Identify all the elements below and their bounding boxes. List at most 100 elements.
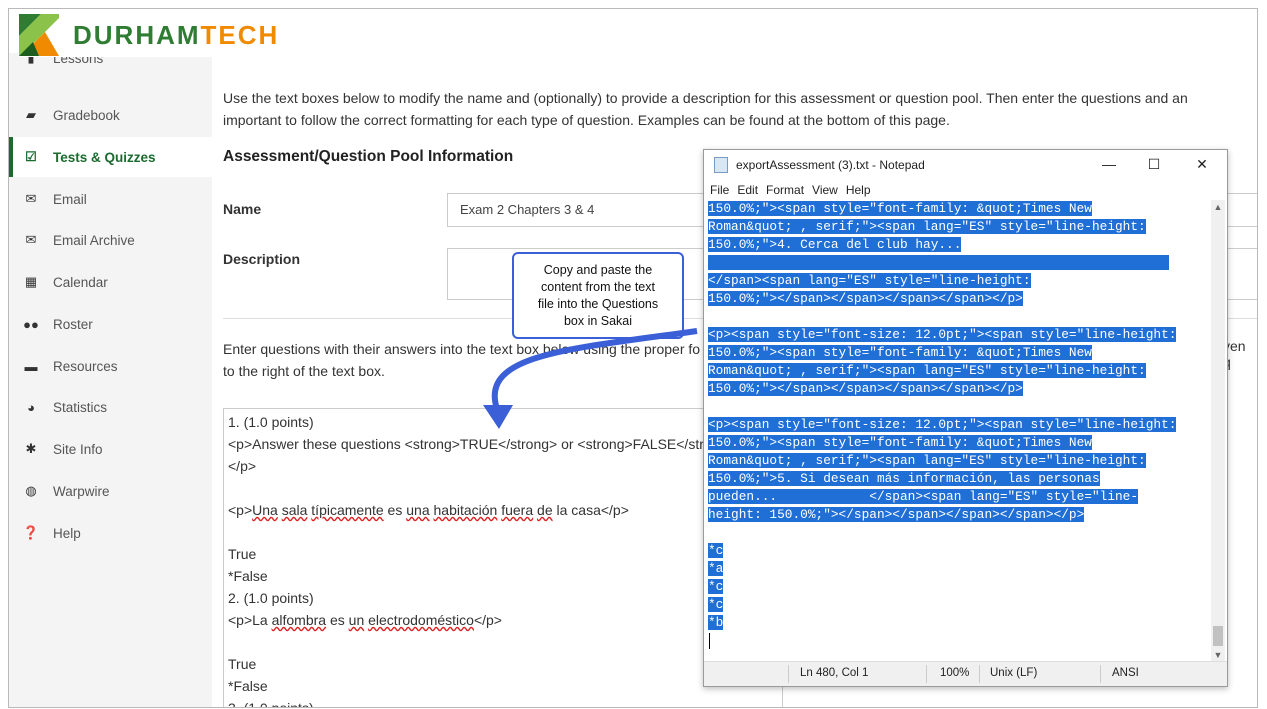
status-separator [1100, 665, 1101, 683]
intro-text: Use the text boxes below to modify the n… [223, 87, 1257, 131]
notepad-line [708, 254, 1169, 272]
selected-text: *b [708, 615, 724, 630]
sidebar-item-roster[interactable]: ●● Roster [9, 304, 212, 344]
logo-mark-icon [19, 14, 59, 56]
sidebar-item-statistics[interactable]: ◕ Statistics [9, 387, 212, 427]
sidebar-item-email[interactable]: ✉ Email [9, 179, 212, 219]
menu-help[interactable]: Help [846, 183, 871, 197]
sidebar-item-label: Email [53, 191, 87, 207]
misspelled-word: Una [252, 502, 278, 518]
misspelled-word: sala [281, 502, 308, 518]
help-icon: ❓ [22, 525, 40, 540]
notepad-line: 150.0%;">4. Cerca del club hay... [708, 236, 962, 254]
status-position: Ln 480, Col 1 [800, 667, 869, 679]
sidebar-item-calendar[interactable]: ▦ Calendar [9, 262, 212, 302]
menu-edit[interactable]: Edit [737, 183, 758, 197]
questions-textarea[interactable]: 1. (1.0 points) <p>Answer these question… [223, 408, 783, 708]
scroll-up-icon[interactable]: ▲ [1211, 202, 1225, 212]
selected-text: </span><span lang="ES" style="line-heigh… [708, 273, 1031, 288]
intro-line-2: important to follow the correct formatti… [223, 112, 950, 128]
browser-frame: DURHAMTECH ▮ Lessons ▰ Gradebook ☑ Tests… [8, 8, 1258, 708]
gear-icon: ✱ [25, 441, 37, 456]
maximize-icon[interactable]: ☐ [1144, 156, 1164, 173]
misspelled-word: alfombra [271, 612, 327, 628]
logo-text-tech: TECH [200, 19, 280, 50]
notepad-line: 150.0%;"></span></span></span></span></p… [708, 290, 1023, 308]
selected-text: *a [708, 561, 724, 576]
close-icon[interactable]: ✕ [1192, 156, 1212, 173]
sidebar-item-label: Statistics [53, 399, 108, 415]
notepad-text-area[interactable]: 150.0%;"><span style="font-family: &quot… [706, 200, 1212, 662]
misspelled-word: electrodoméstico [368, 612, 474, 628]
menu-file[interactable]: File [710, 183, 729, 197]
text-segment: es [326, 612, 349, 628]
selected-text: <p><span style="font-size: 12.0pt;"><spa… [708, 327, 1177, 342]
notepad-line: <p><span style="font-size: 12.0pt;"><spa… [708, 326, 1177, 344]
notepad-titlebar[interactable]: exportAssessment (3).txt - Notepad — ☐ ✕ [704, 150, 1227, 180]
notepad-scrollbar[interactable]: ▲ ▼ [1211, 200, 1225, 662]
selected-text: pueden... </span><span lang="ES" style="… [708, 489, 1139, 504]
menu-view[interactable]: View [812, 183, 838, 197]
sidebar-item-tests-quizzes[interactable]: ☑ Tests & Quizzes [9, 137, 212, 177]
notepad-line: height: 150.0%;"></span></span></span></… [708, 506, 1085, 524]
notepad-window[interactable]: exportAssessment (3).txt - Notepad — ☐ ✕… [703, 149, 1228, 687]
notepad-line: 150.0%;"><span style="font-family: &quot… [708, 344, 1092, 362]
sidebar-item-label: Gradebook [53, 107, 120, 123]
misspelled-word: un [348, 612, 365, 628]
notepad-line: <p><span style="font-size: 12.0pt;"><spa… [708, 416, 1177, 434]
name-label: Name [223, 201, 262, 217]
minimize-icon[interactable]: — [1099, 156, 1119, 172]
selected-text: 150.0%;"><span style="font-family: &quot… [708, 435, 1092, 450]
notepad-line: *a [708, 560, 724, 578]
notepad-title: exportAssessment (3).txt - Notepad [736, 158, 925, 172]
sidebar-item-label: Site Info [53, 441, 103, 457]
pie-chart-icon: ◕ [27, 399, 35, 415]
notepad-line: 150.0%;">5. Si desean más información, l… [708, 470, 1100, 488]
selected-text: 150.0%;"></span></span></span></span></p… [708, 381, 1023, 396]
callout-line: Copy and paste the [543, 263, 653, 277]
enter-line-1-end: ven q [1223, 338, 1246, 370]
sidebar-item-warpwire[interactable]: ◍ Warpwire [9, 471, 212, 511]
durham-tech-logo[interactable]: DURHAMTECH [19, 13, 290, 57]
question-line: True [228, 546, 257, 562]
notepad-line: *c [708, 578, 724, 596]
section-title: Assessment/Question Pool Information [223, 148, 514, 165]
selected-text: Roman&quot; , serif;"><span lang="ES" st… [708, 219, 1146, 234]
selected-text: <p><span style="font-size: 12.0pt;"><spa… [708, 417, 1177, 432]
question-line: 3. (1.0 points) [228, 700, 314, 708]
sidebar-item-resources[interactable]: ▬ Resources [9, 346, 212, 386]
notepad-line: 150.0%;"><span style="font-family: &quot… [708, 434, 1092, 452]
misspelled-word: habitación [433, 502, 498, 518]
text-segment: </p> [473, 612, 502, 628]
users-icon: ●● [23, 316, 39, 332]
selected-text: height: 150.0%;"></span></span></span></… [708, 507, 1085, 522]
status-separator [788, 665, 789, 683]
notepad-line: pueden... </span><span lang="ES" style="… [708, 488, 1139, 506]
notepad-statusbar: Ln 480, Col 1 100% Unix (LF) ANSI [704, 661, 1227, 686]
question-line: *False [228, 678, 268, 694]
sidebar-item-email-archive[interactable]: ✉ Email Archive [9, 220, 212, 260]
sidebar-item-label: Warpwire [53, 483, 110, 499]
question-line: 1. (1.0 points) [228, 414, 314, 430]
notepad-file-icon [714, 157, 728, 173]
notepad-line: *c [708, 542, 724, 560]
envelope-icon: ✉ [25, 191, 37, 206]
sidebar-item-gradebook[interactable]: ▰ Gradebook [9, 95, 212, 135]
menu-format[interactable]: Format [766, 183, 804, 197]
callout-line: box in Sakai [563, 314, 633, 328]
question-line: True [228, 656, 257, 672]
question-line: <p>Una sala típicamente es una habitació… [228, 502, 629, 518]
notepad-line: </span><span lang="ES" style="line-heigh… [708, 272, 1031, 290]
sidebar-item-label: Help [53, 525, 81, 541]
envelope-icon: ✉ [25, 232, 37, 247]
notepad-line: 150.0%;"><span style="font-family: &quot… [708, 200, 1092, 218]
scroll-thumb[interactable] [1213, 626, 1223, 646]
logo-text: DURHAMTECH [73, 20, 279, 51]
globe-icon: ◍ [25, 483, 37, 498]
sidebar-item-help[interactable]: ❓ Help [9, 513, 212, 553]
notepad-line: Roman&quot; , serif;"><span lang="ES" st… [708, 452, 1146, 470]
status-line-ending: Unix (LF) [990, 667, 1038, 679]
folder-icon: ▬ [24, 358, 38, 374]
scroll-down-icon[interactable]: ▼ [1211, 650, 1225, 660]
sidebar-item-site-info[interactable]: ✱ Site Info [9, 429, 212, 469]
